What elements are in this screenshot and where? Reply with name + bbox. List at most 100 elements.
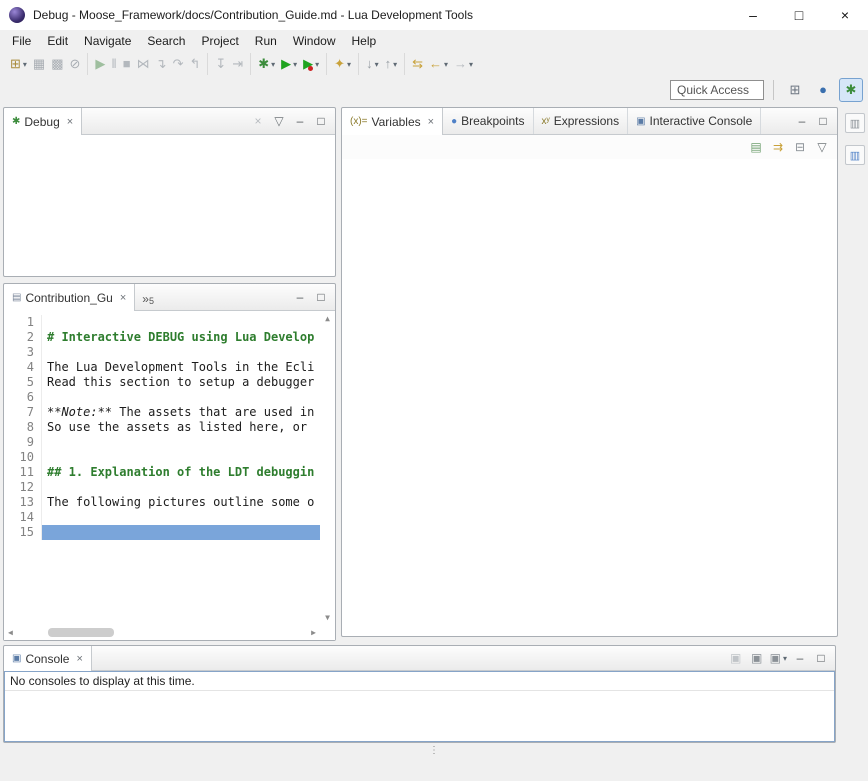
- dropdown-arrow-icon[interactable]: ▾: [23, 60, 27, 69]
- code-line[interactable]: So use the assets as listed here, or: [41, 420, 320, 435]
- view-menu-icon[interactable]: ▽: [814, 138, 830, 156]
- save-button[interactable]: ▦: [30, 55, 48, 73]
- code-line[interactable]: [41, 390, 320, 405]
- debug-perspective-button[interactable]: ✱: [839, 78, 863, 102]
- scrollbar-thumb[interactable]: [48, 628, 114, 637]
- code-line[interactable]: [41, 315, 320, 330]
- editor-tab-overflow[interactable]: »5: [135, 284, 161, 310]
- menu-file[interactable]: File: [4, 32, 39, 50]
- variables-content[interactable]: [342, 159, 837, 636]
- code-line[interactable]: [41, 435, 320, 450]
- close-icon[interactable]: ×: [76, 653, 82, 665]
- search-button[interactable]: ✦▾: [331, 55, 354, 73]
- line-number[interactable]: 2: [4, 330, 41, 345]
- code-line[interactable]: [41, 525, 320, 540]
- maximize-icon[interactable]: □: [313, 288, 329, 306]
- dropdown-arrow-icon[interactable]: ▾: [293, 60, 297, 69]
- line-number[interactable]: 13: [4, 495, 41, 510]
- tab-interactive-console[interactable]: ▣Interactive Console: [628, 108, 761, 134]
- terminate-button[interactable]: ■: [120, 55, 134, 73]
- step-into-button[interactable]: ↴: [153, 55, 170, 73]
- show-type-names-icon[interactable]: ▤: [748, 138, 764, 156]
- dropdown-arrow-icon[interactable]: ▾: [783, 654, 787, 663]
- drop-to-frame-button[interactable]: ↧: [212, 55, 229, 73]
- close-icon[interactable]: ×: [120, 292, 126, 304]
- open-console-icon[interactable]: ▣: [749, 649, 765, 667]
- line-number[interactable]: 15: [4, 525, 41, 540]
- ldt-perspective-button[interactable]: ●: [811, 78, 835, 102]
- maximize-button[interactable]: □: [776, 0, 822, 30]
- menu-navigate[interactable]: Navigate: [76, 32, 139, 50]
- scroll-down-icon[interactable]: ▼: [325, 613, 330, 622]
- tab-expressions[interactable]: xʸExpressions: [534, 108, 629, 134]
- back-button[interactable]: ←▾: [426, 55, 451, 73]
- dropdown-arrow-icon[interactable]: ▾: [271, 60, 275, 69]
- last-edit-location-button[interactable]: ⇆: [409, 55, 426, 73]
- tab-console[interactable]: ▣ Console ×: [4, 646, 92, 671]
- line-number[interactable]: 9: [4, 435, 41, 450]
- maximize-icon[interactable]: □: [815, 112, 831, 130]
- line-number[interactable]: 14: [4, 510, 41, 525]
- use-step-filters-button[interactable]: ⇥: [229, 55, 246, 73]
- menu-run[interactable]: Run: [247, 32, 285, 50]
- menu-project[interactable]: Project: [193, 32, 246, 50]
- minimize-icon[interactable]: –: [292, 112, 308, 130]
- splitter-handle[interactable]: ⋮: [429, 743, 439, 759]
- code-line[interactable]: # Interactive DEBUG using Lua Develop: [41, 330, 320, 345]
- tab-contribution-guide[interactable]: ▤ Contribution_Gu ×: [4, 284, 135, 311]
- resume-button[interactable]: ▶: [92, 55, 108, 73]
- open-perspective-button[interactable]: ⊞: [783, 78, 807, 102]
- debug-button[interactable]: ✱▾: [255, 55, 278, 73]
- dropdown-arrow-icon[interactable]: ▾: [444, 60, 448, 69]
- skip-all-breakpoints-button[interactable]: ⊘: [67, 55, 84, 73]
- dropdown-arrow-icon[interactable]: ▾: [469, 60, 473, 69]
- step-return-button[interactable]: ↰: [186, 55, 203, 73]
- line-number[interactable]: 5: [4, 375, 41, 390]
- minimize-icon[interactable]: –: [792, 649, 808, 667]
- step-over-button[interactable]: ↷: [170, 55, 187, 73]
- view-shortcut-icon-2[interactable]: ▥: [845, 145, 865, 165]
- maximize-icon[interactable]: □: [813, 649, 829, 667]
- pin-console-icon[interactable]: ▣▾: [770, 649, 787, 667]
- suspend-button[interactable]: ‖: [108, 55, 119, 73]
- close-icon[interactable]: ×: [67, 116, 73, 128]
- code-line[interactable]: [41, 450, 320, 465]
- dropdown-arrow-icon[interactable]: ▾: [375, 60, 379, 69]
- menu-help[interactable]: Help: [344, 32, 385, 50]
- code-line[interactable]: The Lua Development Tools in the Ecli: [41, 360, 320, 375]
- menu-window[interactable]: Window: [285, 32, 344, 50]
- code-line[interactable]: [41, 345, 320, 360]
- external-tools-button[interactable]: ▶▾: [300, 55, 322, 73]
- minimize-button[interactable]: –: [730, 0, 776, 30]
- scroll-left-icon[interactable]: ◀: [8, 628, 13, 637]
- menu-search[interactable]: Search: [139, 32, 193, 50]
- line-number[interactable]: 10: [4, 450, 41, 465]
- line-number[interactable]: 7: [4, 405, 41, 420]
- console-content[interactable]: No consoles to display at this time.: [4, 671, 835, 742]
- editor-horizontal-scrollbar[interactable]: ◀ ▶: [4, 625, 320, 640]
- tab-breakpoints[interactable]: ●Breakpoints: [443, 108, 533, 134]
- view-menu-icon[interactable]: ▽: [271, 112, 287, 130]
- code-line[interactable]: ## 1. Explanation of the LDT debuggin: [41, 465, 320, 480]
- show-logical-structure-icon[interactable]: ⇉: [770, 138, 786, 156]
- run-button[interactable]: ▶▾: [278, 55, 300, 73]
- code-line[interactable]: **Note:** The assets that are used in: [41, 405, 320, 420]
- next-annotation-button[interactable]: ↓▾: [363, 55, 382, 73]
- collapse-all-icon[interactable]: ⊟: [792, 138, 808, 156]
- minimize-icon[interactable]: –: [292, 288, 308, 306]
- minimize-icon[interactable]: –: [794, 112, 810, 130]
- view-shortcut-icon-1[interactable]: ▥: [845, 113, 865, 133]
- display-selected-console-icon[interactable]: ▣: [728, 649, 744, 667]
- previous-annotation-button[interactable]: ↑▾: [382, 55, 401, 73]
- debug-view-content[interactable]: [4, 135, 335, 276]
- close-icon[interactable]: ×: [428, 116, 434, 128]
- quick-access-box[interactable]: Quick Access: [670, 80, 764, 100]
- line-number[interactable]: 11: [4, 465, 41, 480]
- dropdown-arrow-icon[interactable]: ▾: [347, 60, 351, 69]
- save-all-button[interactable]: ▩: [48, 55, 66, 73]
- tab-variables[interactable]: (x)=Variables×: [342, 108, 443, 135]
- editor-vertical-scrollbar[interactable]: ▲ ▼: [320, 311, 335, 625]
- line-number[interactable]: 12: [4, 480, 41, 495]
- disconnect-button[interactable]: ⋈: [134, 55, 153, 73]
- forward-button[interactable]: →▾: [451, 55, 476, 73]
